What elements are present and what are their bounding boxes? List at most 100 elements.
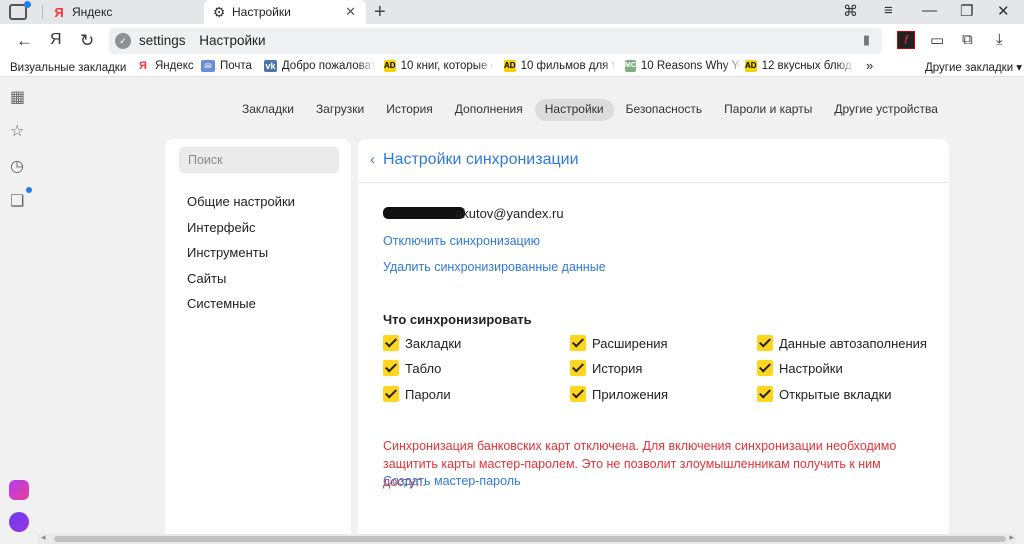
sync-option-apps[interactable]: Приложения <box>570 386 668 402</box>
minimize-icon[interactable]: — <box>922 2 937 19</box>
browser-menu-icon[interactable] <box>9 1 31 20</box>
checkbox[interactable] <box>570 335 586 351</box>
bookmark-dishes[interactable]: AD 12 вкусных блюд, <box>745 60 853 72</box>
checkbox[interactable] <box>757 360 773 376</box>
bookmark-books[interactable]: AD 10 книг, которые с <box>384 60 492 72</box>
settings-nav: Закладки Загрузки История Дополнения Нас… <box>232 99 950 121</box>
sync-option-extensions[interactable]: Расширения <box>570 335 668 351</box>
gear-icon: ⚙ <box>212 3 226 20</box>
nav-extensions[interactable]: Дополнения <box>445 99 533 121</box>
battery-icon[interactable]: ▭ <box>930 31 944 49</box>
reload-icon[interactable]: ↻ <box>80 31 94 51</box>
nav-security[interactable]: Безопасность <box>616 99 713 121</box>
bookmark-yandex[interactable]: Я Яндекс <box>136 60 196 72</box>
bookmark-films[interactable]: AD 10 фильмов для тс <box>504 60 614 72</box>
settings-sidebar: Общие настройки Интерфейс Инструменты Са… <box>165 139 351 534</box>
scroll-left-icon[interactable]: ◂ <box>41 532 46 543</box>
nav-other-devices[interactable]: Другие устройства <box>824 99 948 121</box>
horizontal-scrollbar[interactable]: ◂ ▸ <box>38 532 1016 544</box>
translate-icon[interactable]: ⧉ <box>962 31 973 48</box>
yandex-favicon-icon: Я <box>54 4 64 20</box>
checkbox[interactable] <box>383 360 399 376</box>
vk-icon: vk <box>264 60 277 72</box>
sidebar-item-tools[interactable]: Инструменты <box>187 245 268 260</box>
flash-extension-icon[interactable]: f <box>897 31 915 49</box>
nav-settings[interactable]: Настройки <box>534 99 614 121</box>
sidebar-item-general[interactable]: Общие настройки <box>187 194 295 209</box>
address-text[interactable]: settings Настройки <box>139 33 266 48</box>
create-master-password-link[interactable]: Создать мастер-пароль <box>383 474 521 488</box>
checkbox[interactable] <box>570 386 586 402</box>
download-icon[interactable]: ⤓ <box>996 31 1003 48</box>
checkbox-label: Приложения <box>592 386 669 402</box>
ad-icon: AD <box>504 60 516 72</box>
sync-option-open-tabs[interactable]: Открытые вкладки <box>757 386 892 402</box>
restore-icon[interactable]: ❐ <box>960 2 973 20</box>
checkbox[interactable] <box>383 335 399 351</box>
tab-settings[interactable]: ⚙ Настройки ✕ <box>204 0 366 24</box>
page-title[interactable]: Настройки синхронизации <box>383 151 579 169</box>
close-window-icon[interactable]: ✕ <box>997 2 1010 20</box>
alice-app-icon[interactable] <box>9 480 29 500</box>
sidebar-item-sites[interactable]: Сайты <box>187 271 226 286</box>
checkbox-label: Пароли <box>405 386 451 402</box>
sync-option-bookmarks[interactable]: Закладки <box>383 335 461 351</box>
bookmark-icon[interactable]: ▮ <box>863 32 870 48</box>
nav-history[interactable]: История <box>376 99 443 121</box>
checkbox[interactable] <box>757 335 773 351</box>
other-bookmarks-button[interactable]: Другие закладки ▾ <box>925 60 1022 74</box>
settings-search-input[interactable] <box>179 147 339 173</box>
checkbox-label: Данные автозаполнения <box>779 335 927 351</box>
vertical-scroll-area[interactable] <box>1016 77 1024 537</box>
bookmark-visual-bookmarks[interactable]: Визуальные закладки ▾ <box>10 60 126 74</box>
sidebar-item-interface[interactable]: Интерфейс <box>187 220 255 235</box>
sidebar-item-system[interactable]: Системные <box>187 296 256 311</box>
collections-icon[interactable]: ❏ <box>10 191 24 211</box>
yandex-favicon-icon: Я <box>139 60 147 72</box>
bookmark-reasons[interactable]: MC 10 Reasons Why Yo <box>625 60 739 72</box>
back-arrow-icon[interactable]: ← <box>16 31 33 51</box>
tableau-grid-icon[interactable]: ▦ <box>10 87 25 107</box>
chevron-left-icon[interactable]: ‹ <box>370 151 375 168</box>
sync-option-autofill[interactable]: Данные автозаполнения <box>757 335 927 351</box>
nav-passwords[interactable]: Пароли и карты <box>714 99 822 121</box>
nav-downloads[interactable]: Загрузки <box>306 99 374 121</box>
nav-bookmarks[interactable]: Закладки <box>232 99 304 121</box>
hamburger-menu-icon[interactable]: ≡ <box>884 2 893 19</box>
bookmarks-manager-icon[interactable]: ⌘ <box>843 2 858 20</box>
delete-synced-data-link[interactable]: Удалить синхронизированные данные <box>383 260 606 274</box>
yandex-home-icon[interactable]: Я <box>50 31 62 49</box>
left-sidebar: ▦ ☆ ◷ ❏ <box>0 77 36 544</box>
tab-yandex[interactable]: Я Яндекс <box>44 0 204 24</box>
bookmark-mail[interactable]: ✉ Почта <box>201 60 257 72</box>
checkbox[interactable] <box>570 360 586 376</box>
notification-dot <box>26 187 32 193</box>
disable-sync-link[interactable]: Отключить синхронизацию <box>383 234 540 248</box>
bookmark-label: Почта <box>220 60 252 72</box>
alice-assistant-icon[interactable] <box>9 512 29 532</box>
mc-icon: MC <box>625 60 636 72</box>
sync-option-history[interactable]: История <box>570 360 642 376</box>
history-clock-icon[interactable]: ◷ <box>10 156 24 176</box>
mail-icon: ✉ <box>201 60 215 72</box>
checkbox-label: Табло <box>405 360 442 376</box>
close-tab-icon[interactable]: ✕ <box>345 4 356 20</box>
scrollbar-thumb[interactable] <box>54 536 1006 542</box>
address-bar[interactable]: ✓ settings Настройки ▮ <box>109 28 882 54</box>
bookmark-label: 12 вкусных блюд, <box>761 60 853 72</box>
protect-shield-icon[interactable]: ✓ <box>115 33 131 49</box>
account-email: akutov@yandex.ru <box>383 206 564 221</box>
scroll-right-icon[interactable]: ▸ <box>1009 532 1014 543</box>
checkbox[interactable] <box>757 386 773 402</box>
checkbox[interactable] <box>383 386 399 402</box>
sync-option-passwords[interactable]: Пароли <box>383 386 451 402</box>
new-tab-button[interactable]: + <box>374 1 386 24</box>
sync-option-tableau[interactable]: Табло <box>383 360 441 376</box>
checkbox-label: Закладки <box>405 335 462 351</box>
bookmark-vk[interactable]: vk Добро пожаловат <box>264 60 376 72</box>
bookmark-label: Добро пожаловат <box>281 60 376 72</box>
sync-option-settings[interactable]: Настройки <box>757 360 843 376</box>
bookmarks-bar: Визуальные закладки ▾ Я Яндекс ✉ Почта vk Д… <box>0 58 1024 77</box>
bookmarks-more-button[interactable]: » <box>866 58 873 73</box>
star-icon[interactable]: ☆ <box>10 121 24 141</box>
